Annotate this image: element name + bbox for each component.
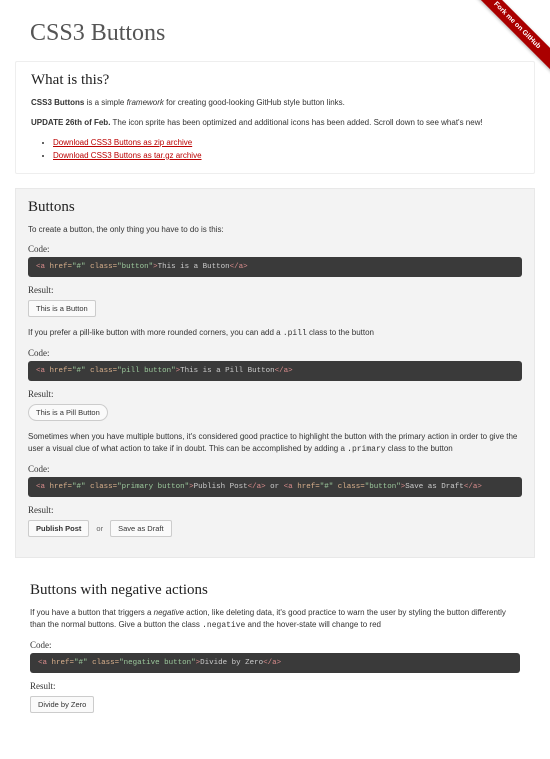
divide-zero-button[interactable]: Divide by Zero [30, 696, 94, 713]
save-draft-button[interactable]: Save as Draft [110, 520, 171, 537]
download-list: Download CSS3 Buttons as zip archive Dow… [53, 137, 519, 163]
intro-p2: UPDATE 26th of Feb. The icon sprite has … [31, 117, 519, 129]
github-ribbon[interactable]: Fork me on GitHub [460, 0, 550, 90]
example-button[interactable]: This is a Button [28, 300, 96, 317]
result-4: Divide by Zero [30, 694, 520, 713]
result-label: Result: [28, 505, 522, 515]
publish-button[interactable]: Publish Post [28, 520, 89, 537]
negative-section: Buttons with negative actions If you hav… [15, 572, 535, 733]
result-label: Result: [28, 285, 522, 295]
code-block-1: <a href="#" class="button">This is a But… [28, 257, 522, 277]
intro-section: What is this? CSS3 Buttons is a simple f… [15, 61, 535, 174]
code-block-4: <a href="#" class="negative button">Divi… [30, 653, 520, 673]
result-1: This is a Button [28, 298, 522, 317]
buttons-desc2: If you prefer a pill-like button with mo… [28, 327, 522, 340]
or-text: or [96, 524, 103, 533]
example-pill-button[interactable]: This is a Pill Button [28, 404, 108, 421]
buttons-desc3: Sometimes when you have multiple buttons… [28, 431, 522, 456]
code-label: Code: [28, 348, 522, 358]
result-3: Publish Post or Save as Draft [28, 518, 522, 537]
code-label: Code: [28, 464, 522, 474]
buttons-desc1: To create a button, the only thing you h… [28, 224, 522, 236]
list-item: Download CSS3 Buttons as tar.gz archive [53, 150, 519, 163]
intro-heading: What is this? [31, 72, 519, 89]
result-label: Result: [30, 681, 520, 691]
buttons-section: Buttons To create a button, the only thi… [15, 188, 535, 558]
negative-desc: If you have a button that triggers a neg… [30, 607, 520, 632]
page-title: CSS3 Buttons [30, 20, 520, 47]
buttons-heading: Buttons [28, 199, 522, 216]
code-block-2: <a href="#" class="pill button">This is … [28, 361, 522, 381]
intro-p1: CSS3 Buttons is a simple framework for c… [31, 97, 519, 109]
negative-heading: Buttons with negative actions [30, 582, 520, 599]
result-label: Result: [28, 389, 522, 399]
download-zip-link[interactable]: Download CSS3 Buttons as zip archive [53, 138, 192, 147]
result-2: This is a Pill Button [28, 402, 522, 421]
page-container: CSS3 Buttons What is this? CSS3 Buttons … [15, 0, 535, 759]
github-ribbon-text: Fork me on GitHub [466, 0, 550, 77]
code-block-3: <a href="#" class="primary button">Publi… [28, 477, 522, 497]
download-targz-link[interactable]: Download CSS3 Buttons as tar.gz archive [53, 151, 202, 160]
code-label: Code: [30, 640, 520, 650]
list-item: Download CSS3 Buttons as zip archive [53, 137, 519, 150]
code-label: Code: [28, 244, 522, 254]
